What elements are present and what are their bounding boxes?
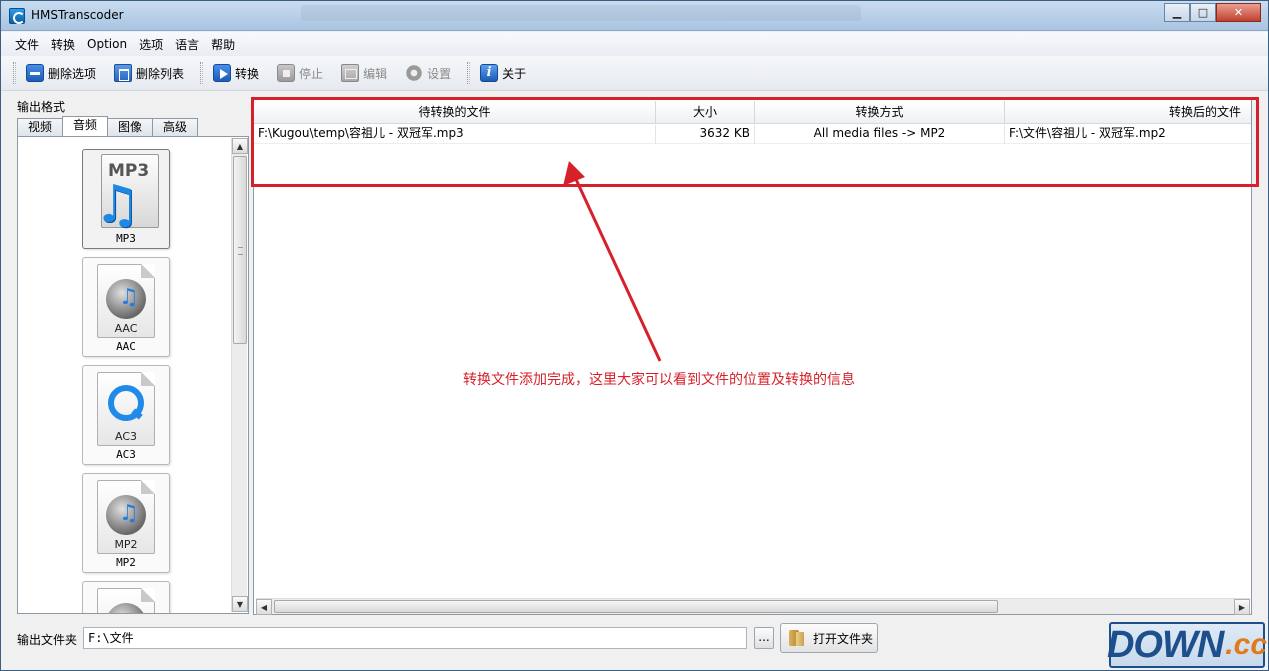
scroll-up-arrow-icon[interactable]: ▲ [232, 138, 248, 154]
menu-help[interactable]: 帮助 [205, 36, 241, 53]
format-item-mp2[interactable]: ♫ MP2 MP2 [82, 473, 170, 573]
output-folder-bar: 输出文件夹 F:\文件 ... 打开文件夹 [1, 621, 1268, 661]
format-list: MP3 ♫ MP3 ♫ AAC AAC AC3 AC3 ♫ MP2 MP2 ▲ … [17, 136, 249, 614]
convert-button[interactable]: 转换 [209, 60, 265, 86]
window-controls: ▁ □ ✕ [1164, 3, 1261, 22]
title-bar: HMSTranscoder ▁ □ ✕ [1, 1, 1268, 31]
output-folder-input[interactable]: F:\文件 [83, 627, 747, 649]
toolbar-grip[interactable] [13, 62, 16, 84]
app-icon [9, 8, 25, 24]
delete-list-label: 删除列表 [136, 66, 185, 81]
menu-convert[interactable]: 转换 [45, 36, 81, 53]
tab-audio[interactable]: 音频 [62, 116, 109, 136]
folder-icon [787, 628, 807, 648]
tab-image[interactable]: 图像 [107, 118, 154, 136]
toolbar-separator [467, 62, 471, 84]
mp3-music-icon: MP3 ♫ [94, 154, 159, 231]
convert-label: 转换 [235, 66, 260, 81]
gear-icon [405, 64, 424, 82]
play-icon [213, 64, 232, 82]
format-item-next[interactable] [82, 581, 170, 613]
file-list-horizontal-scrollbar[interactable]: ◀ ▶ [256, 598, 1250, 615]
ac3-quicktime-icon: AC3 [97, 372, 155, 446]
edit-button[interactable]: 编辑 [337, 60, 393, 86]
disc-icon: ♫ [106, 495, 146, 535]
menu-options[interactable]: 选项 [133, 36, 169, 53]
disc-icon [106, 603, 146, 613]
browse-button[interactable]: ... [754, 627, 774, 649]
scroll-down-arrow-icon[interactable]: ▼ [232, 596, 248, 612]
format-list-scrollbar[interactable]: ▲ ▼ [231, 138, 248, 612]
open-folder-label: 打开文件夹 [813, 631, 874, 646]
window-title: HMSTranscoder [31, 8, 124, 22]
minus-icon [26, 64, 44, 82]
minimize-button[interactable]: ▁ [1164, 3, 1190, 22]
info-icon: i [480, 64, 499, 82]
format-item-ac3[interactable]: AC3 AC3 [82, 365, 170, 465]
aac-icon-text: AAC [114, 322, 138, 335]
about-label: 关于 [502, 66, 527, 81]
watermark-down-text: DOWN [1106, 623, 1224, 666]
tab-advanced[interactable]: 高级 [152, 118, 199, 136]
about-button[interactable]: i 关于 [476, 60, 532, 86]
scrollbar-thumb[interactable] [233, 156, 247, 344]
menu-option[interactable]: Option [81, 37, 133, 51]
settings-label: 设置 [427, 66, 452, 81]
watermark-cc-text: .cc [1225, 628, 1268, 661]
music-note-icon: ♫ [94, 175, 141, 235]
mp2-disc-icon: ♫ MP2 [97, 480, 155, 554]
mp2-icon-text: MP2 [114, 538, 138, 551]
format-item-mp3[interactable]: MP3 ♫ MP3 [82, 149, 170, 249]
annotation-arrow-icon [563, 161, 662, 362]
output-format-label: 输出格式 [17, 100, 66, 114]
title-bar-blurred-background [301, 5, 861, 21]
annotation-text: 转换文件添加完成，这里大家可以看到文件的位置及转换的信息 [463, 372, 855, 388]
format-caption: AC3 [116, 448, 136, 461]
scroll-left-arrow-icon[interactable]: ◀ [256, 599, 272, 615]
ac3-icon-text: AC3 [114, 430, 137, 443]
output-folder-label: 输出文件夹 [17, 633, 78, 647]
tab-video[interactable]: 视频 [17, 118, 64, 136]
delete-item-button[interactable]: 删除选项 [22, 60, 102, 86]
menu-bar: 文件 转换 Option 选项 语言 帮助 [1, 32, 1268, 56]
format-caption: MP2 [116, 556, 136, 569]
menu-language[interactable]: 语言 [169, 36, 205, 53]
format-tabs: 视频 音频 图像 高级 [17, 116, 199, 136]
stop-label: 停止 [299, 66, 324, 81]
edit-label: 编辑 [363, 66, 388, 81]
music-note-icon: ♫ [119, 501, 139, 526]
film-edit-icon [341, 64, 360, 82]
music-note-icon: ♫ [119, 285, 139, 310]
stop-button[interactable]: 停止 [273, 60, 329, 86]
open-folder-button[interactable]: 打开文件夹 [780, 623, 878, 653]
menu-file[interactable]: 文件 [9, 36, 45, 53]
format-caption: MP3 [116, 232, 136, 245]
disc-icon: ♫ [106, 279, 146, 319]
close-button[interactable]: ✕ [1216, 3, 1261, 22]
format-item-aac[interactable]: ♫ AAC AAC [82, 257, 170, 357]
settings-button[interactable]: 设置 [401, 60, 457, 86]
delete-list-button[interactable]: 删除列表 [110, 60, 190, 86]
output-format-panel: 输出格式 视频 音频 图像 高级 MP3 ♫ MP3 ♫ AAC AAC AC3… [11, 96, 249, 616]
aac-disc-icon: ♫ AAC [97, 264, 155, 338]
site-watermark-logo: DOWN .cc [1106, 622, 1268, 668]
trash-icon [114, 64, 133, 82]
delete-item-label: 删除选项 [48, 66, 97, 81]
toolbar-separator [200, 62, 204, 84]
stop-icon [277, 64, 296, 82]
app-window: HMSTranscoder ▁ □ ✕ 文件 转换 Option 选项 语言 帮… [0, 0, 1269, 671]
audio-file-icon [97, 588, 155, 613]
scrollbar-thumb[interactable] [274, 600, 998, 613]
toolbar: 删除选项 删除列表 转换 停止 编辑 设置 i 关于 [1, 56, 1268, 91]
format-caption: AAC [116, 340, 136, 353]
scroll-right-arrow-icon[interactable]: ▶ [1234, 599, 1250, 615]
maximize-button[interactable]: □ [1190, 3, 1216, 22]
highlight-box [251, 97, 1259, 187]
